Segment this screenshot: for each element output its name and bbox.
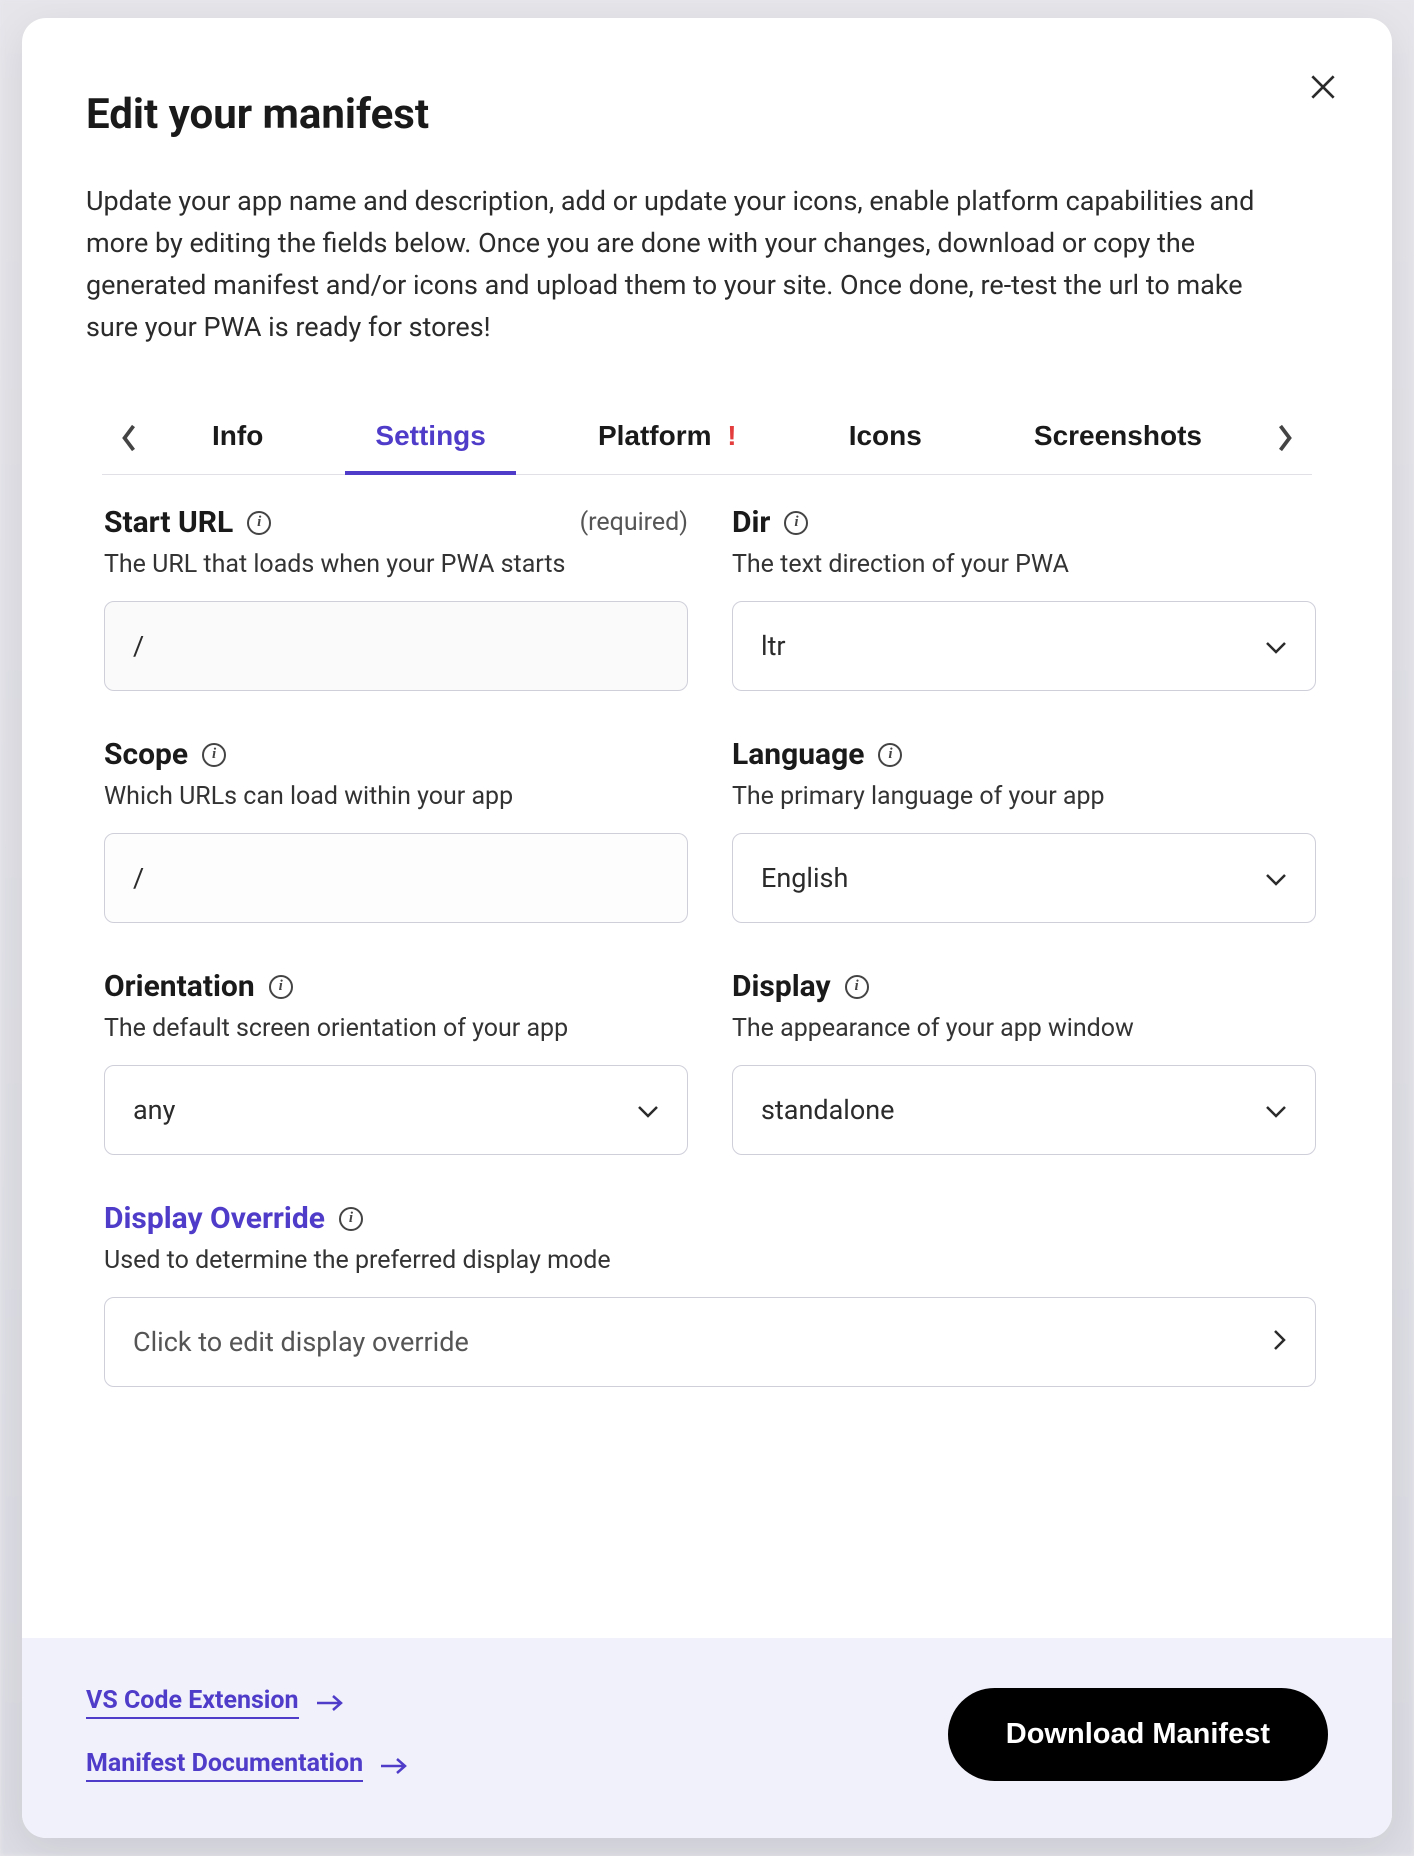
warning-icon: ! <box>727 420 736 451</box>
orientation-sub: The default screen orientation of your a… <box>104 1014 688 1043</box>
tabs-bar: Info Settings Platform ! Icons Screensho… <box>102 402 1312 475</box>
field-dir: Dir i The text direction of your PWA ltr <box>732 505 1316 691</box>
dir-sub: The text direction of your PWA <box>732 550 1316 579</box>
required-label: (required) <box>580 508 688 537</box>
tab-platform[interactable]: Platform ! <box>568 402 767 474</box>
tab-info[interactable]: Info <box>182 402 293 474</box>
tab-settings[interactable]: Settings <box>345 402 515 474</box>
vscode-extension-link[interactable]: VS Code Extension <box>86 1686 409 1719</box>
tab-screenshots[interactable]: Screenshots <box>1004 402 1232 474</box>
info-icon[interactable]: i <box>247 511 271 535</box>
dir-select[interactable]: ltr <box>732 601 1316 691</box>
chevron-down-icon <box>1265 1094 1287 1126</box>
info-icon[interactable]: i <box>784 511 808 535</box>
tabs-prev-button[interactable] <box>102 411 156 465</box>
info-icon[interactable]: i <box>202 743 226 767</box>
field-language: Language i The primary language of your … <box>732 737 1316 923</box>
modal-title: Edit your manifest <box>86 90 1328 139</box>
field-display-override: Display Override i Used to determine the… <box>104 1201 1316 1387</box>
arrow-right-icon <box>315 1693 345 1713</box>
display-override-sub: Used to determine the preferred display … <box>104 1246 1316 1275</box>
language-sub: The primary language of your app <box>732 782 1316 811</box>
chevron-down-icon <box>1265 862 1287 894</box>
form-scroll-area[interactable]: Start URL i (required) The URL that load… <box>86 475 1334 1614</box>
info-icon[interactable]: i <box>339 1207 363 1231</box>
orientation-label: Orientation <box>104 969 255 1004</box>
info-icon[interactable]: i <box>269 975 293 999</box>
edit-manifest-modal: Edit your manifest Update your app name … <box>22 18 1392 1838</box>
arrow-right-icon <box>379 1756 409 1776</box>
field-display: Display i The appearance of your app win… <box>732 969 1316 1155</box>
orientation-select[interactable]: any <box>104 1065 688 1155</box>
chevron-right-icon <box>1276 423 1294 453</box>
field-orientation: Orientation i The default screen orienta… <box>104 969 688 1155</box>
start-url-input[interactable]: / <box>104 601 688 691</box>
chevron-right-icon <box>1273 1326 1287 1358</box>
chevron-down-icon <box>1265 630 1287 662</box>
modal-footer: VS Code Extension Manifest Documentation… <box>22 1638 1392 1838</box>
display-select[interactable]: standalone <box>732 1065 1316 1155</box>
display-override-button[interactable]: Click to edit display override <box>104 1297 1316 1387</box>
dir-label: Dir <box>732 505 770 540</box>
tabs-next-button[interactable] <box>1258 411 1312 465</box>
field-start-url: Start URL i (required) The URL that load… <box>104 505 688 691</box>
display-override-label: Display Override <box>104 1201 325 1236</box>
chevron-left-icon <box>120 423 138 453</box>
scope-sub: Which URLs can load within your app <box>104 782 688 811</box>
close-icon <box>1307 71 1339 103</box>
download-manifest-button[interactable]: Download Manifest <box>948 1688 1328 1781</box>
start-url-label: Start URL <box>104 505 233 540</box>
scope-input[interactable]: / <box>104 833 688 923</box>
info-icon[interactable]: i <box>878 743 902 767</box>
tab-platform-label: Platform <box>598 420 712 451</box>
start-url-sub: The URL that loads when your PWA starts <box>104 550 688 579</box>
tab-icons[interactable]: Icons <box>819 402 952 474</box>
language-label: Language <box>732 737 864 772</box>
info-icon[interactable]: i <box>845 975 869 999</box>
display-sub: The appearance of your app window <box>732 1014 1316 1043</box>
chevron-down-icon <box>637 1094 659 1126</box>
field-scope: Scope i Which URLs can load within your … <box>104 737 688 923</box>
manifest-docs-link[interactable]: Manifest Documentation <box>86 1749 409 1782</box>
language-select[interactable]: English <box>732 833 1316 923</box>
close-button[interactable] <box>1302 66 1344 108</box>
modal-description: Update your app name and description, ad… <box>86 181 1286 348</box>
display-label: Display <box>732 969 831 1004</box>
scope-label: Scope <box>104 737 188 772</box>
